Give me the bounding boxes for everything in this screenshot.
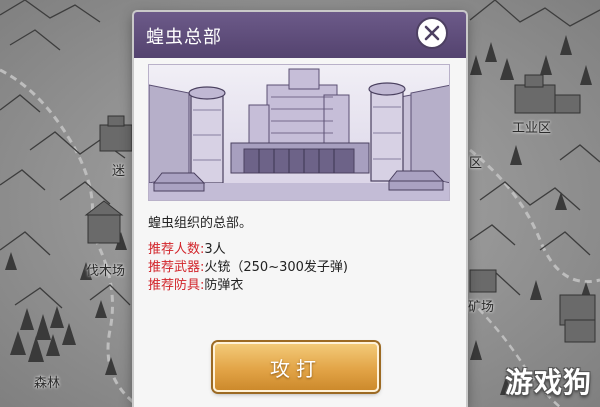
info-key: 推荐防具:	[148, 278, 205, 293]
info-value: 3人	[204, 242, 226, 257]
map-label-mine-partial[interactable]: 矿场	[468, 296, 494, 315]
attack-button-label: 攻打	[270, 356, 322, 381]
info-value: 防弹衣	[204, 278, 244, 293]
map-label-forest[interactable]: 森林	[34, 372, 60, 391]
info-row-players: 推荐人数:3人	[148, 238, 226, 257]
attack-button[interactable]: 攻打	[213, 342, 379, 392]
info-value: 火铳（250~300发子弹)	[204, 260, 348, 275]
dialog-title: 蝗虫总部	[146, 27, 222, 48]
dialog-header: 蝗虫总部	[134, 12, 466, 58]
watermark-logo: 游戏狗	[504, 366, 592, 399]
info-row-weapon: 推荐武器:火铳（250~300发子弹)	[148, 256, 348, 275]
close-button[interactable]	[416, 17, 448, 49]
map-label-lumber-yard[interactable]: 伐木场	[86, 260, 125, 279]
location-illustration	[148, 64, 450, 201]
map-label-maze-partial[interactable]: 迷	[112, 160, 125, 179]
info-key: 推荐人数:	[148, 242, 205, 257]
info-row-armor: 推荐防具:防弹衣	[148, 274, 243, 293]
close-icon	[424, 25, 440, 41]
map-label-industrial-zone[interactable]: 工业区	[512, 117, 551, 136]
location-dialog: 蝗虫总部 蝗虫组织的总部。 推荐人数:3人 推荐武器:火铳（250~300发子弹…	[134, 12, 466, 407]
location-description: 蝗虫组织的总部。	[148, 216, 253, 231]
map-label-district-partial[interactable]: 区	[469, 152, 482, 171]
info-key: 推荐武器:	[148, 260, 205, 275]
